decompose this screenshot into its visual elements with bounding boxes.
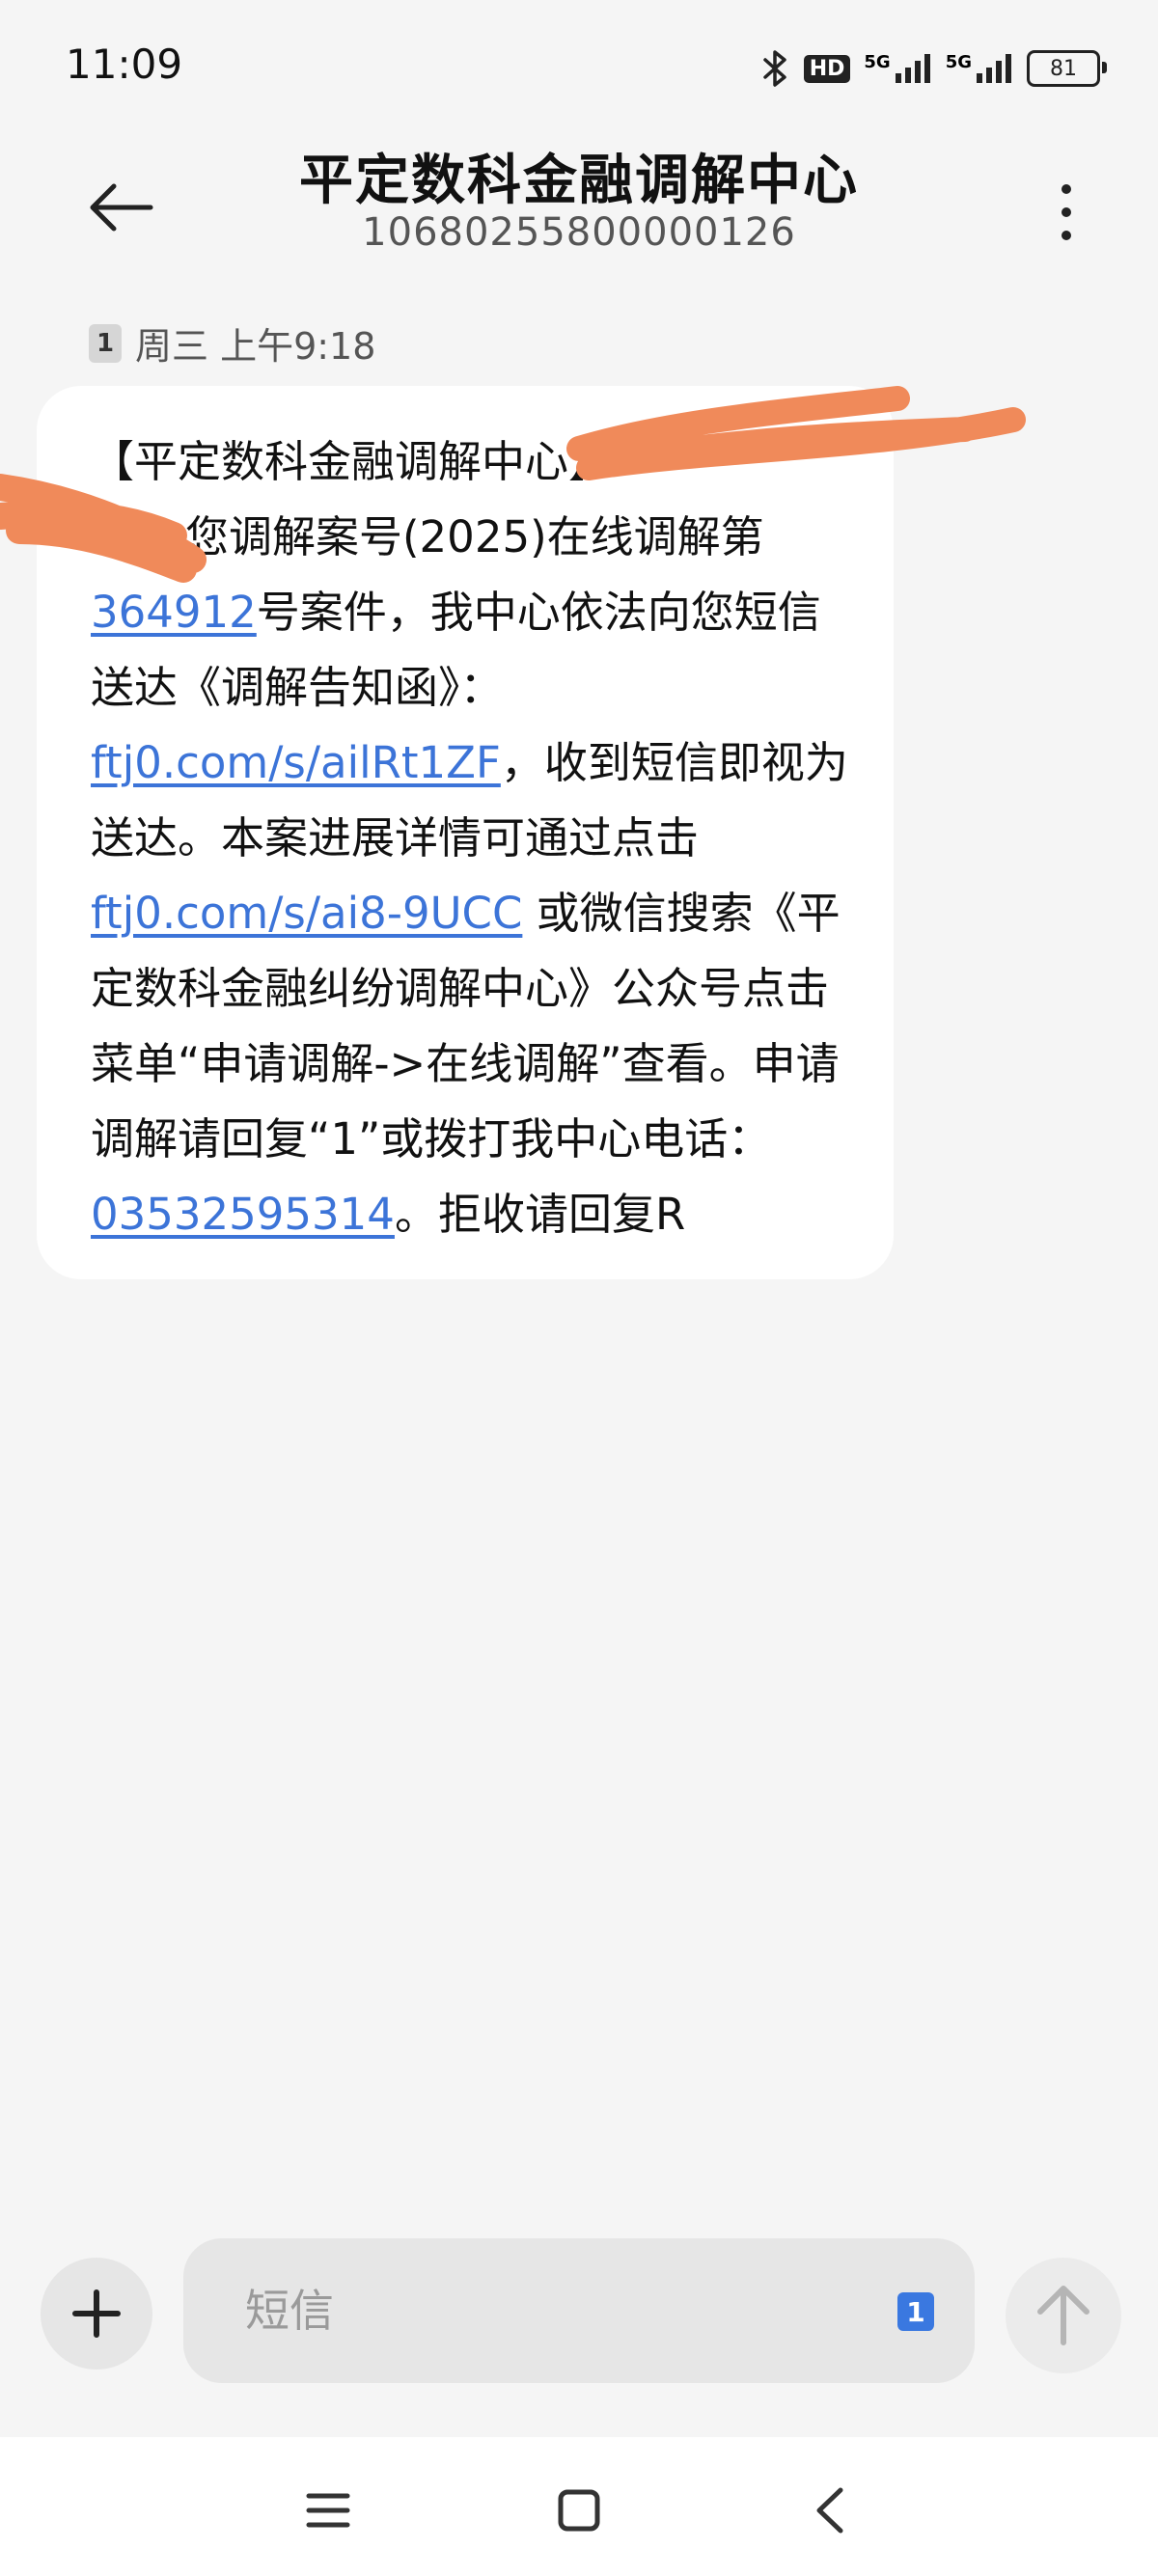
notice-link[interactable]: ftj0.com/s/ailRt1ZF — [91, 737, 501, 788]
signal-icon-1: 5G — [864, 52, 931, 85]
more-vert-icon — [1062, 184, 1071, 240]
send-button[interactable] — [1006, 2258, 1121, 2373]
message-text: 。拒收请回复R — [394, 1189, 686, 1240]
home-square-icon — [558, 2489, 600, 2532]
case-number-link[interactable]: 364912 — [91, 587, 257, 638]
message-input[interactable] — [243, 2284, 826, 2338]
sim-badge: 1 — [89, 323, 122, 363]
battery-level: 81 — [1050, 56, 1077, 81]
case-progress-link[interactable]: ftj0.com/s/ai8-9UCC — [91, 888, 522, 939]
hd-voice-icon: HD — [803, 54, 851, 83]
message-bubble[interactable]: 【平定数科金融调解中心】 您调解案号(2025)在线调解第364912号案件，我中… — [37, 386, 894, 1279]
conversation-header: 平定数科金融调解中心 10680255800000126 — [0, 135, 1158, 280]
status-bar: 11:09 HD 5G 5G 81 — [0, 0, 1158, 135]
home-button[interactable] — [540, 2472, 618, 2549]
send-arrow-icon — [1037, 2286, 1089, 2345]
plus-icon — [72, 2289, 121, 2338]
back-chevron-icon — [816, 2487, 843, 2534]
sim-select-button[interactable]: 1 — [897, 2292, 934, 2331]
message-sender-tag: 【平定数科金融调解中心】 — [91, 436, 613, 487]
bluetooth-icon — [761, 49, 790, 88]
status-time: 11:09 — [66, 41, 183, 88]
back-nav-button[interactable] — [791, 2472, 868, 2549]
contact-name: 平定数科金融调解中心 — [299, 150, 859, 212]
recents-button[interactable] — [290, 2472, 367, 2549]
status-icons: HD 5G 5G 81 — [761, 44, 1107, 93]
phone-number-link[interactable]: 03532595314 — [91, 1189, 395, 1240]
message-timestamp-row: 1 周三 上午9:18 — [89, 316, 375, 370]
message-composer: 1 — [0, 2229, 1158, 2441]
more-options-button[interactable] — [1023, 164, 1110, 260]
message-text: 您调解案号(2025)在线调解第 — [185, 511, 764, 562]
message-body: 【平定数科金融调解中心】 您调解案号(2025)在线调解第364912号案件，我中… — [91, 425, 859, 1252]
message-timestamp: 周三 上午9:18 — [135, 325, 376, 368]
battery-icon: 81 — [1027, 50, 1107, 87]
add-attachment-button[interactable] — [41, 2258, 152, 2370]
signal-icon-2: 5G — [946, 52, 1013, 85]
system-navigation-bar — [0, 2437, 1158, 2576]
contact-number: 10680255800000126 — [362, 210, 796, 255]
message-input-box[interactable]: 1 — [183, 2238, 975, 2383]
signal-2-label: 5G — [945, 52, 972, 72]
signal-1-label: 5G — [864, 52, 891, 72]
menu-icon — [306, 2493, 350, 2528]
